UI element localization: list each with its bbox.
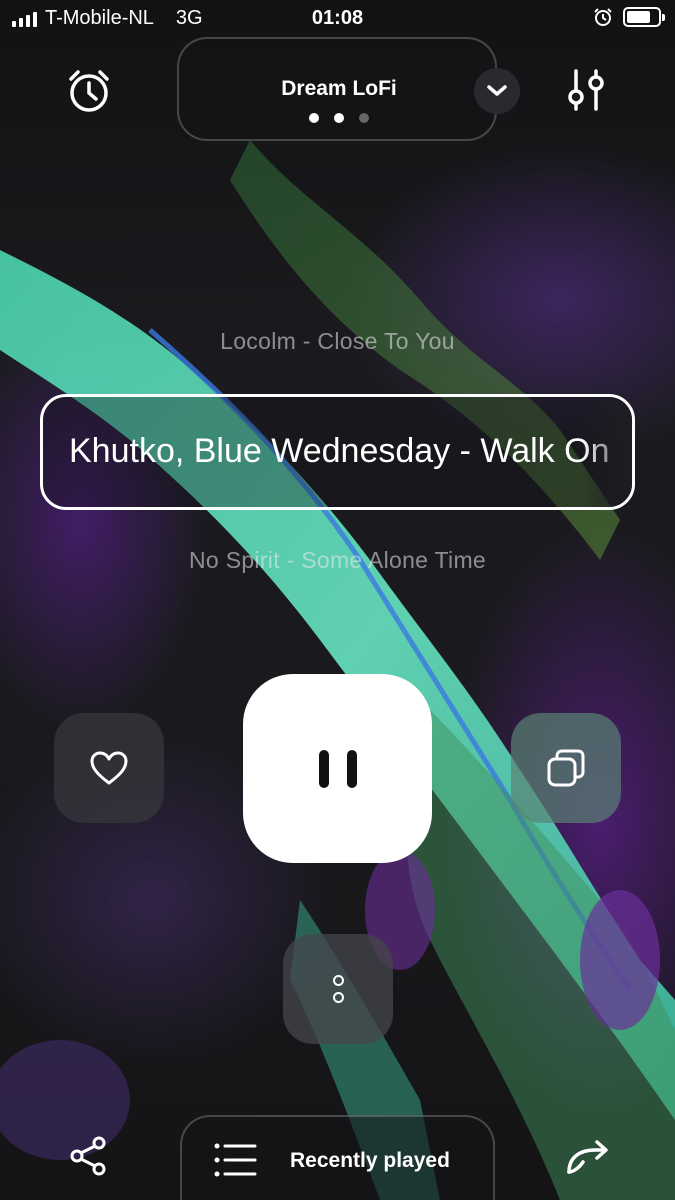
alarm-button[interactable] — [64, 66, 114, 116]
station-name: Dream LoFi — [281, 77, 397, 100]
next-track[interactable]: No Spirit - Some Alone Time — [0, 547, 675, 574]
pause-button[interactable] — [243, 674, 432, 863]
station-dropdown-button[interactable] — [474, 68, 520, 114]
repost-button[interactable] — [564, 1134, 612, 1178]
page-dot-2 — [334, 113, 344, 123]
alarm-status-icon — [594, 8, 612, 26]
status-bar: T-Mobile-NL 3G 01:08 — [0, 0, 675, 38]
battery-level-fill — [627, 11, 650, 23]
current-track-card[interactable]: Khutko, Blue Wednesday - Walk On — [40, 394, 635, 510]
like-button[interactable] — [54, 713, 164, 823]
more-dots-icon — [332, 975, 344, 986]
station-selector[interactable]: Dream LoFi — [177, 37, 520, 141]
status-right — [593, 7, 665, 27]
recently-played-button[interactable]: Recently played — [180, 1115, 495, 1200]
repost-arrow-icon — [567, 1140, 608, 1174]
copy-button[interactable] — [511, 713, 621, 823]
more-options-button[interactable] — [283, 934, 393, 1044]
share-button[interactable] — [66, 1134, 110, 1178]
list-icon — [214, 1143, 257, 1177]
status-time: 01:08 — [311, 7, 364, 29]
page-dot-1 — [309, 113, 319, 123]
page-dot-3 — [359, 113, 369, 123]
recently-played-label: Recently played — [290, 1149, 450, 1172]
current-track-title: Khutko, Blue Wednesday - Walk On — [69, 432, 610, 470]
previous-track[interactable]: Locolm - Close To You — [0, 328, 675, 355]
page-indicator — [179, 113, 499, 123]
equalizer-sliders-icon — [568, 69, 604, 111]
alarm-clock-icon — [69, 70, 109, 112]
pause-icon — [318, 749, 329, 788]
heart-icon — [90, 751, 128, 785]
pause-icon-bar — [346, 749, 357, 788]
battery-icon — [623, 7, 665, 27]
copy-icon — [547, 749, 585, 787]
chevron-down-icon — [487, 85, 507, 96]
share-icon — [70, 1136, 106, 1176]
equalizer-button[interactable] — [562, 66, 610, 116]
more-dot-2 — [332, 992, 344, 1003]
